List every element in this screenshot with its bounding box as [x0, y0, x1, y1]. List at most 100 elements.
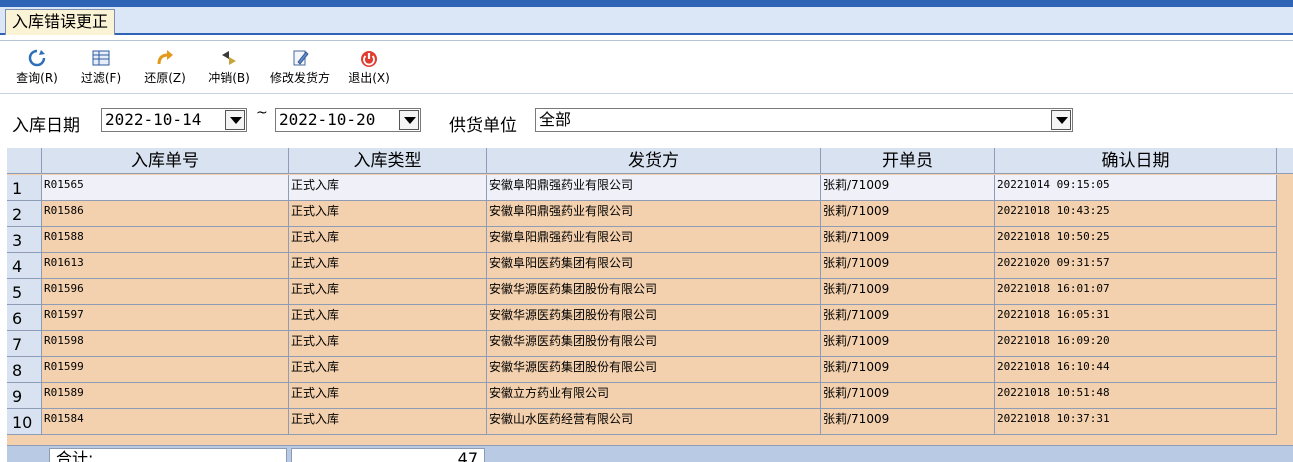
cell-inbound-type[interactable]: 正式入库: [289, 305, 487, 331]
cell-confirm-date[interactable]: 20221018 16:05:31: [995, 305, 1277, 331]
cell-clerk[interactable]: 张莉/71009: [821, 331, 995, 357]
cell-shipper[interactable]: 安徽阜阳鼎强药业有限公司: [487, 201, 821, 227]
cell-inbound-no[interactable]: R01597: [42, 305, 289, 331]
cell-shipper[interactable]: 安徽阜阳医药集团有限公司: [487, 253, 821, 279]
cell-inbound-type[interactable]: 正式入库: [289, 357, 487, 383]
window-top-strip: [0, 0, 1293, 7]
header-inbound-no[interactable]: 入库单号: [42, 148, 289, 174]
cell-inbound-type[interactable]: 正式入库: [289, 227, 487, 253]
date-from-select[interactable]: 2022-10-14: [101, 108, 247, 132]
cell-clerk[interactable]: 张莉/71009: [821, 409, 995, 435]
cell-inbound-type[interactable]: 正式入库: [289, 331, 487, 357]
cell-confirm-date[interactable]: 20221018 16:09:20: [995, 331, 1277, 357]
tab-inbound-correction[interactable]: 入库错误更正: [5, 9, 116, 35]
cell-shipper[interactable]: 安徽阜阳鼎强药业有限公司: [487, 175, 821, 201]
header-shipper[interactable]: 发货方: [487, 148, 821, 174]
cell-inbound-no[interactable]: R01599: [42, 357, 289, 383]
date-range-separator: ~: [256, 105, 268, 121]
cell-clerk[interactable]: 张莉/71009: [821, 279, 995, 305]
query-button[interactable]: 查询(R): [10, 48, 64, 90]
cell-inbound-type[interactable]: 正式入库: [289, 175, 487, 201]
cell-confirm-date[interactable]: 20221018 16:01:07: [995, 279, 1277, 305]
chevron-down-icon[interactable]: [399, 110, 419, 130]
cell-shipper[interactable]: 安徽华源医药集团股份有限公司: [487, 357, 821, 383]
cell-clerk[interactable]: 张莉/71009: [821, 383, 995, 409]
cell-shipper[interactable]: 安徽华源医药集团股份有限公司: [487, 279, 821, 305]
cell-shipper[interactable]: 安徽阜阳鼎强药业有限公司: [487, 227, 821, 253]
reverse-button[interactable]: 冲销(B): [202, 48, 256, 90]
cell-inbound-type[interactable]: 正式入库: [289, 253, 487, 279]
header-inbound-type[interactable]: 入库类型: [289, 148, 487, 174]
table-row[interactable]: 7 R01598 正式入库 安徽华源医药集团股份有限公司 张莉/71009 2022101…: [7, 331, 1293, 357]
cell-shipper[interactable]: 安徽华源医药集团股份有限公司: [487, 305, 821, 331]
cell-inbound-type[interactable]: 正式入库: [289, 383, 487, 409]
cell-confirm-date[interactable]: 20221018 16:10:44: [995, 357, 1277, 383]
table-row[interactable]: 8 R01599 正式入库 安徽华源医药集团股份有限公司 张莉/71009 2022101…: [7, 357, 1293, 383]
row-number[interactable]: 2: [7, 201, 42, 227]
total-label: 合计:: [49, 448, 287, 462]
cell-confirm-date[interactable]: 20221018 10:37:31: [995, 409, 1277, 435]
grid-header: 入库单号 入库类型 发货方 开单员 确认日期: [7, 148, 1293, 174]
cell-confirm-date[interactable]: 20221018 10:43:25: [995, 201, 1277, 227]
table-row[interactable]: 10 R01584 正式入库 安徽山水医药经营有限公司 张莉/71009 20221018…: [7, 409, 1293, 435]
header-confirm-date[interactable]: 确认日期: [995, 148, 1277, 174]
chevron-down-icon[interactable]: [1051, 110, 1071, 130]
cell-confirm-date[interactable]: 20221020 09:31:57: [995, 253, 1277, 279]
cell-inbound-no[interactable]: R01565: [42, 175, 289, 201]
cell-inbound-no[interactable]: R01584: [42, 409, 289, 435]
cell-clerk[interactable]: 张莉/71009: [821, 357, 995, 383]
cell-clerk[interactable]: 张莉/71009: [821, 253, 995, 279]
restore-button[interactable]: 还原(Z): [138, 48, 192, 90]
chevron-down-icon[interactable]: [225, 110, 245, 130]
cell-inbound-type[interactable]: 正式入库: [289, 201, 487, 227]
cell-shipper[interactable]: 安徽华源医药集团股份有限公司: [487, 331, 821, 357]
date-to-select[interactable]: 2022-10-20: [275, 108, 421, 132]
row-number[interactable]: 9: [7, 383, 42, 409]
row-number[interactable]: 7: [7, 331, 42, 357]
cell-clerk[interactable]: 张莉/71009: [821, 305, 995, 331]
supplier-select[interactable]: 全部: [535, 108, 1073, 132]
cell-clerk[interactable]: 张莉/71009: [821, 201, 995, 227]
refresh-icon: [28, 49, 46, 67]
cell-inbound-type[interactable]: 正式入库: [289, 279, 487, 305]
table-row[interactable]: 5 R01596 正式入库 安徽华源医药集团股份有限公司 张莉/71009 2022101…: [7, 279, 1293, 305]
table-row[interactable]: 4 R01613 正式入库 安徽阜阳医药集团有限公司 张莉/71009 20221020 …: [7, 253, 1293, 279]
cell-inbound-type[interactable]: 正式入库: [289, 409, 487, 435]
power-icon: [361, 51, 377, 67]
exit-button[interactable]: 退出(X): [344, 48, 394, 90]
supplier-label: 供货单位: [449, 116, 517, 136]
header-clerk[interactable]: 开单员: [821, 148, 995, 174]
cell-confirm-date[interactable]: 20221018 10:50:25: [995, 227, 1277, 253]
inbound-date-label: 入库日期: [12, 116, 80, 136]
row-number[interactable]: 3: [7, 227, 42, 253]
cell-inbound-no[interactable]: R01589: [42, 383, 289, 409]
cell-inbound-no[interactable]: R01586: [42, 201, 289, 227]
cell-inbound-no[interactable]: R01613: [42, 253, 289, 279]
cell-shipper[interactable]: 安徽立方药业有限公司: [487, 383, 821, 409]
cell-confirm-date[interactable]: 20221018 10:51:48: [995, 383, 1277, 409]
table-row[interactable]: 6 R01597 正式入库 安徽华源医药集团股份有限公司 张莉/71009 2022101…: [7, 305, 1293, 331]
cell-inbound-no[interactable]: R01598: [42, 331, 289, 357]
table-row[interactable]: 2 R01586 正式入库 安徽阜阳鼎强药业有限公司 张莉/71009 20221018 …: [7, 201, 1293, 227]
row-number[interactable]: 10: [7, 409, 42, 435]
filter-button[interactable]: 过滤(F): [74, 48, 128, 90]
row-number[interactable]: 8: [7, 357, 42, 383]
row-number[interactable]: 5: [7, 279, 42, 305]
table-row[interactable]: 3 R01588 正式入库 安徽阜阳鼎强药业有限公司 张莉/71009 20221018 …: [7, 227, 1293, 253]
cell-confirm-date[interactable]: 20221014 09:15:05: [995, 175, 1277, 201]
cell-inbound-no[interactable]: R01596: [42, 279, 289, 305]
row-number[interactable]: 4: [7, 253, 42, 279]
cell-clerk[interactable]: 张莉/71009: [821, 175, 995, 201]
cell-inbound-no[interactable]: R01588: [42, 227, 289, 253]
table-row[interactable]: 1 R01565 正式入库 安徽阜阳鼎强药业有限公司 张莉/71009 20221014 …: [7, 175, 1293, 201]
edit-document-icon: [293, 50, 309, 66]
row-number[interactable]: 1: [7, 175, 42, 201]
cell-shipper[interactable]: 安徽山水医药经营有限公司: [487, 409, 821, 435]
grid-footer: 合计: 47: [7, 445, 1293, 462]
row-number[interactable]: 6: [7, 305, 42, 331]
filter-grid-icon: [92, 50, 110, 66]
edit-shipper-button[interactable]: 修改发货方: [262, 48, 338, 90]
cell-clerk[interactable]: 张莉/71009: [821, 227, 995, 253]
table-row[interactable]: 9 R01589 正式入库 安徽立方药业有限公司 张莉/71009 20221018 10…: [7, 383, 1293, 409]
toolbar: 查询(R) 过滤(F) 还原(Z) 冲销(B) 修改发货方 退出(X): [0, 42, 1293, 94]
